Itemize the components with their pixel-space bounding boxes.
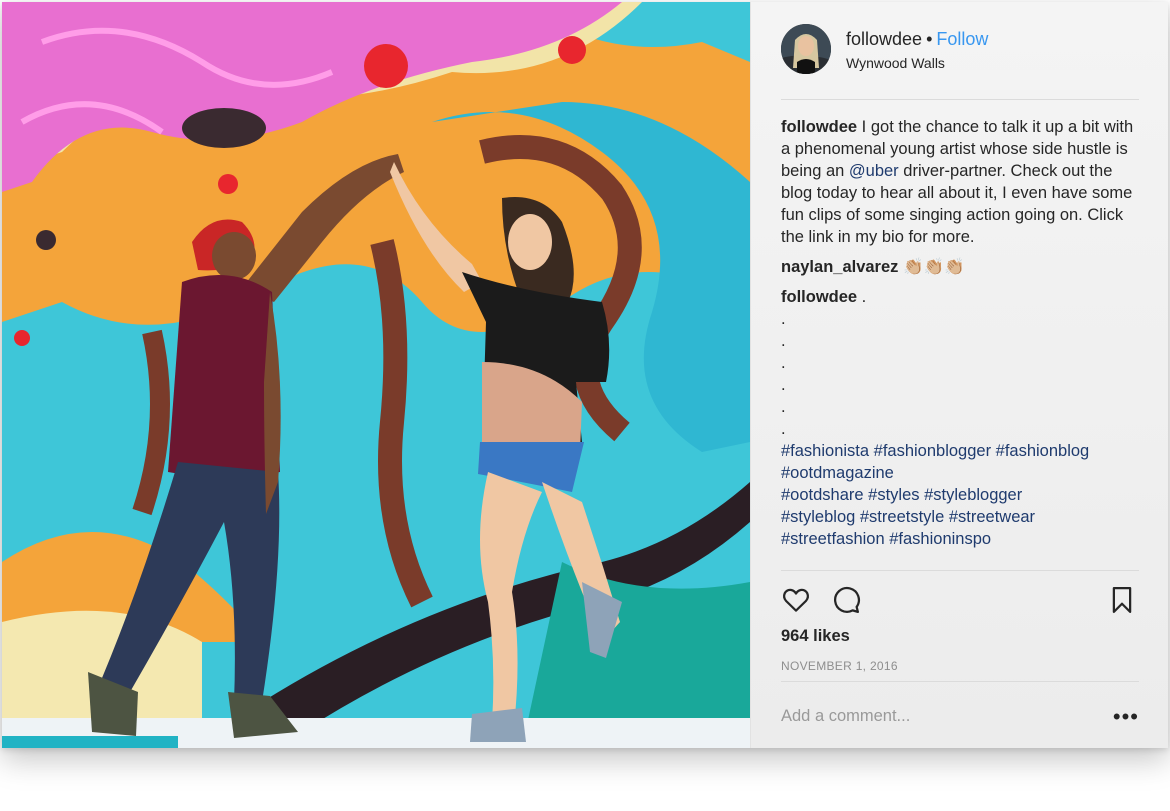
mural-photo xyxy=(2,2,750,748)
post-header: followdee • Follow Wynwood Walls xyxy=(781,24,1139,100)
like-button[interactable] xyxy=(781,585,813,617)
post-sidebar: followdee • Follow Wynwood Walls followdee… xyxy=(750,2,1168,748)
comment-text: 👏🏼👏🏼👏🏼 xyxy=(898,258,965,276)
avatar[interactable] xyxy=(781,24,831,74)
add-comment-bar: ••• xyxy=(781,681,1139,748)
hashtags: #fashionista #fashionblogger #fashionblo… xyxy=(781,440,1139,550)
comment-text: . xyxy=(857,288,867,306)
save-button[interactable] xyxy=(1107,585,1139,617)
dot-line: . xyxy=(781,420,786,438)
dot-line: . xyxy=(781,310,786,328)
post-date: NOVEMBER 1, 2016 xyxy=(781,659,898,673)
username-link[interactable]: followdee xyxy=(846,29,922,49)
comments-section: followdee I got the chance to talk it up… xyxy=(781,116,1139,558)
hashtag-line[interactable]: #styleblog #streetstyle #streetwear xyxy=(781,506,1139,528)
post-photo[interactable] xyxy=(2,2,750,748)
likes-count[interactable]: 964 likes xyxy=(781,627,850,646)
caption-author[interactable]: followdee xyxy=(781,118,857,136)
comment-author[interactable]: followdee xyxy=(781,288,857,306)
dot-line: . xyxy=(781,354,786,372)
post-actions: 964 likes NOVEMBER 1, 2016 xyxy=(781,570,1139,686)
comment-item: followdee . . . . . . . #fashionista #fa… xyxy=(781,286,1139,550)
hashtag-line[interactable]: #fashionista #fashionblogger #fashionblo… xyxy=(781,440,1139,462)
separator-dot: • xyxy=(926,29,933,49)
profile-photo-icon xyxy=(781,24,831,74)
bookmark-icon xyxy=(1112,587,1132,613)
hashtag-line[interactable]: #streetfashion #fashioninspo xyxy=(781,528,1139,550)
username-line: followdee • Follow xyxy=(846,29,988,50)
comment-item: naylan_alvarez 👏🏼👏🏼👏🏼 xyxy=(781,256,1139,278)
caption: followdee I got the chance to talk it up… xyxy=(781,116,1139,248)
dot-line: . xyxy=(781,376,786,394)
instagram-post-card: followdee • Follow Wynwood Walls followdee… xyxy=(2,2,1168,748)
more-options-icon[interactable]: ••• xyxy=(1113,704,1139,730)
hashtag-line[interactable]: #ootdmagazine xyxy=(781,462,1139,484)
comment-icon xyxy=(834,586,860,613)
dot-line: . xyxy=(781,398,786,416)
comment-author[interactable]: naylan_alvarez xyxy=(781,258,898,276)
comment-dots: . . . . . . xyxy=(781,308,1139,440)
location-link[interactable]: Wynwood Walls xyxy=(846,55,945,71)
mention-link[interactable]: @uber xyxy=(849,162,899,180)
comment-input[interactable] xyxy=(781,702,1081,730)
comment-button[interactable] xyxy=(831,585,863,617)
heart-icon xyxy=(782,588,810,612)
dot-line: . xyxy=(781,332,786,350)
follow-button[interactable]: Follow xyxy=(936,29,988,49)
hashtag-line[interactable]: #ootdshare #styles #styleblogger xyxy=(781,484,1139,506)
